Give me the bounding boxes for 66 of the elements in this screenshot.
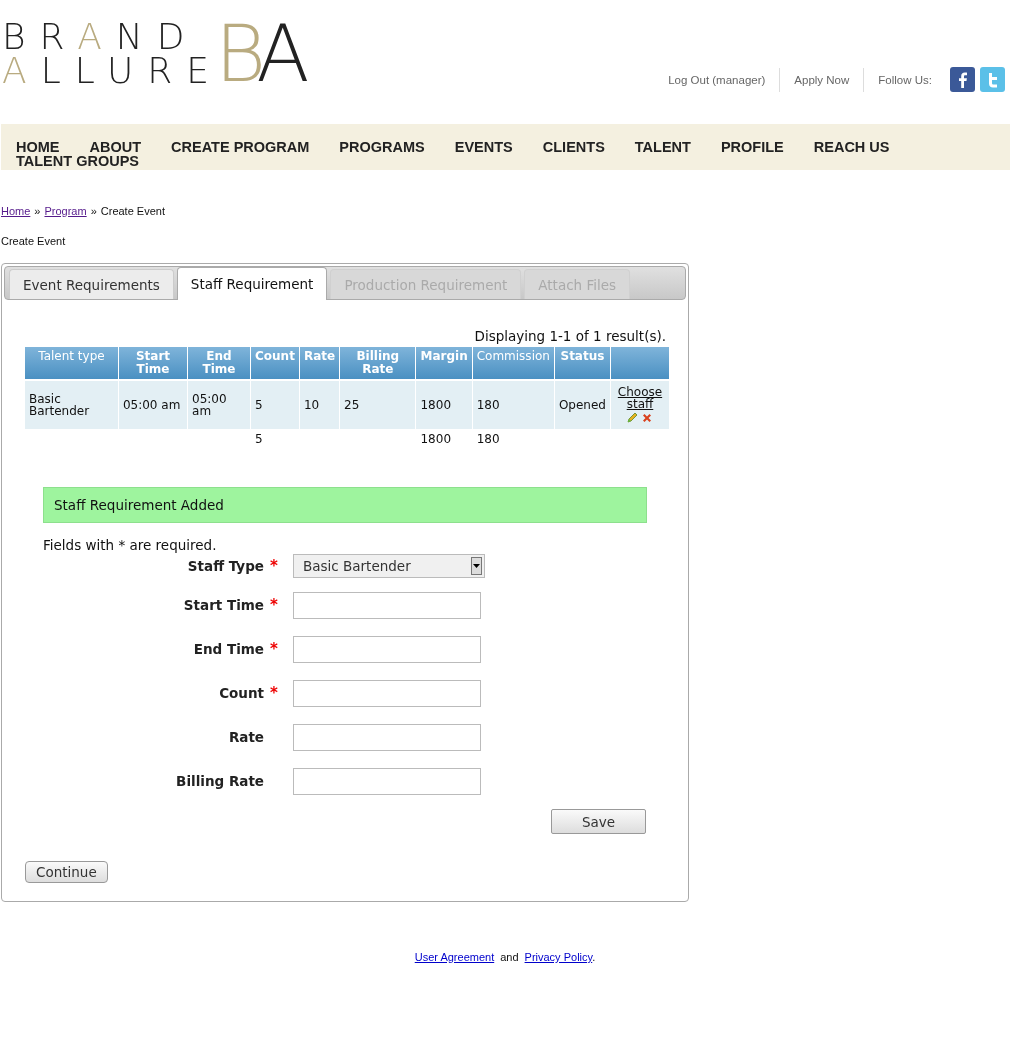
header-link[interactable]: Apply Now (780, 73, 864, 86)
footer-text: and (500, 951, 519, 963)
breadcrumb-current: Create Event (100, 205, 165, 217)
nav-link[interactable]: TALENT GROUPS (16, 154, 139, 168)
breadcrumb-link[interactable]: Home (1, 205, 31, 217)
results-summary: Displaying 1-1 of 1 result(s). (473, 328, 666, 344)
nav-link[interactable]: PROGRAMS (339, 140, 425, 154)
table-cell: 180 (472, 381, 554, 429)
total-cell-text: 180 (475, 431, 501, 448)
twitter-icon[interactable] (980, 67, 1005, 92)
staff-type-select[interactable]: Basic Bartender (293, 554, 485, 578)
field-label: Start Time (183, 597, 264, 613)
choose-staff-link[interactable]: Choose staff (615, 386, 665, 410)
input-field[interactable] (293, 679, 481, 707)
nav-link[interactable]: CLIENTS (542, 140, 605, 154)
nav-link[interactable]: HOME (16, 140, 60, 154)
nav-link[interactable]: REACH US (813, 140, 890, 154)
input-field[interactable] (293, 635, 481, 663)
field-label: End Time (193, 641, 264, 657)
nav-link[interactable]: TALENT (634, 140, 691, 154)
total-cell-text: 1800 (419, 431, 453, 448)
footer-text: . (592, 951, 596, 963)
nav-link[interactable]: EVENTS (454, 140, 513, 154)
follow-label: Follow Us: (877, 73, 933, 86)
footer-link[interactable]: User Agreement (414, 951, 495, 963)
required-note: Fields with * are required. (43, 537, 218, 553)
required-mark: * (270, 557, 279, 575)
nav-link[interactable]: ABOUT (89, 140, 142, 154)
table-cell: 10 (299, 381, 340, 429)
dropdown-arrow-icon (473, 564, 480, 568)
input-field[interactable] (293, 723, 481, 751)
table-cell: Basic Bartender (25, 381, 118, 429)
input-field[interactable] (293, 767, 481, 795)
field-label: Staff Type (187, 558, 264, 574)
table-cell: Opened (554, 381, 610, 429)
required-mark: * (270, 640, 279, 658)
logo-text: BR A ND (2, 20, 200, 54)
column-header: Commission (472, 347, 554, 381)
table-cell: 05:00 am (188, 381, 250, 429)
input-field[interactable] (293, 591, 481, 619)
field-label: Count (219, 685, 264, 701)
total-cell-text: 5 (254, 431, 264, 448)
save-button[interactable]: Save (551, 809, 646, 834)
continue-button[interactable]: Continue (25, 861, 108, 883)
facebook-icon[interactable] (950, 67, 975, 92)
table-cell: 1800 (416, 381, 472, 429)
pencil-icon[interactable] (626, 412, 639, 424)
breadcrumb-separator: » (90, 205, 97, 217)
tab[interactable]: Event Requirements (9, 269, 174, 299)
breadcrumb-link[interactable]: Program (44, 205, 87, 217)
column-header: Talent type (25, 347, 118, 381)
page-title: Create Event (1, 235, 67, 247)
field-label: Billing Rate (176, 773, 264, 789)
table-cell: 25 (340, 381, 416, 429)
required-mark: * (270, 684, 279, 702)
table-cell: 05:00 am (118, 381, 188, 429)
tab[interactable]: Staff Requirement (176, 267, 328, 300)
required-mark: * (270, 596, 279, 614)
breadcrumb-separator: » (34, 205, 41, 217)
table-cell: 5 (251, 381, 299, 429)
delete-icon[interactable] (641, 412, 654, 424)
field-label: Rate (228, 729, 264, 745)
success-message: Staff Requirement Added (43, 487, 647, 523)
nav-link[interactable]: CREATE PROGRAM (171, 140, 310, 154)
header-link[interactable]: Log Out (manager) (654, 73, 780, 86)
nav-link[interactable]: PROFILE (720, 140, 784, 154)
